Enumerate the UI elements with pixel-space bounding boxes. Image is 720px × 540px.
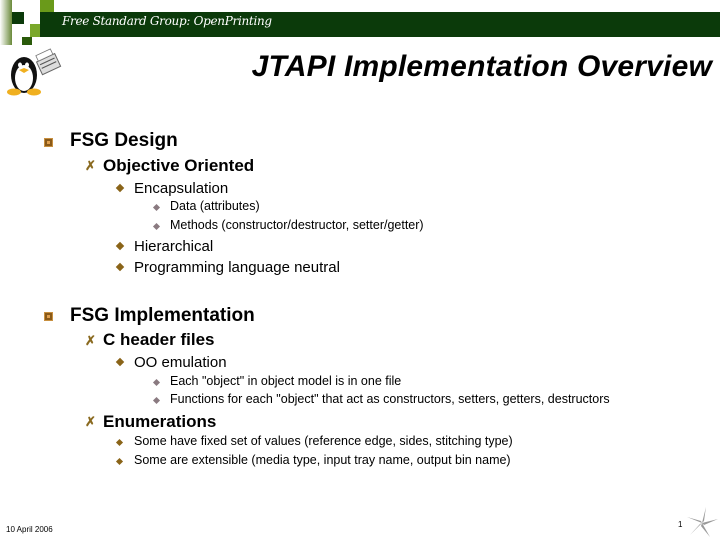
subsection-heading: C header files — [103, 330, 215, 349]
diamond-bullet-icon — [115, 241, 125, 251]
list-item: Hierarchical — [134, 238, 214, 255]
list-item: Encapsulation — [134, 180, 229, 197]
diamond-bullet-icon — [152, 222, 161, 231]
diamond-bullet-icon — [115, 262, 125, 272]
diamond-bullet-icon — [152, 378, 161, 387]
tux-penguin-printer-icon — [7, 48, 62, 96]
square-bullet-icon — [44, 312, 53, 321]
diamond-bullet-icon — [115, 357, 125, 367]
diamond-bullet-icon — [115, 438, 124, 447]
mosaic-gradient — [0, 0, 12, 45]
x-bullet-icon: ✗ — [85, 414, 96, 429]
diamond-bullet-icon — [152, 396, 161, 405]
list-item: Methods (constructor/destructor, setter/… — [170, 218, 424, 232]
list-item: Some are extensible (media type, input t… — [134, 453, 511, 467]
mosaic-square — [24, 12, 40, 24]
pinwheel-star-icon — [687, 507, 718, 537]
list-item: Programming language neutral — [134, 259, 340, 276]
list-item: Each "object" in object model is in one … — [170, 374, 402, 388]
mosaic-square — [40, 0, 54, 12]
footer-date: 10 April 2006 — [6, 525, 53, 534]
organization-label: Free Standard Group: OpenPrinting — [62, 14, 272, 28]
list-item: Some have fixed set of values (reference… — [134, 434, 513, 448]
list-item: OO emulation — [134, 354, 227, 371]
subsection-heading: Objective Oriented — [103, 156, 255, 175]
section-heading: FSG Design — [70, 130, 178, 151]
subsection-heading: Enumerations — [103, 412, 217, 431]
mosaic-square — [22, 37, 32, 45]
diamond-bullet-icon — [152, 203, 161, 212]
square-bullet-icon — [44, 138, 53, 147]
section-heading: FSG Implementation — [70, 305, 255, 326]
x-bullet-icon: ✗ — [85, 333, 96, 348]
slide-title: JTAPI Implementation Overview — [251, 50, 712, 83]
x-bullet-icon: ✗ — [85, 158, 96, 173]
diamond-bullet-icon — [115, 457, 124, 466]
page-number: 1 — [678, 520, 683, 529]
mosaic-square — [24, 0, 40, 12]
diamond-bullet-icon — [115, 183, 125, 193]
list-item: Data (attributes) — [170, 199, 260, 213]
mosaic-square — [12, 12, 24, 24]
list-item: Functions for each "object" that act as … — [170, 392, 610, 406]
